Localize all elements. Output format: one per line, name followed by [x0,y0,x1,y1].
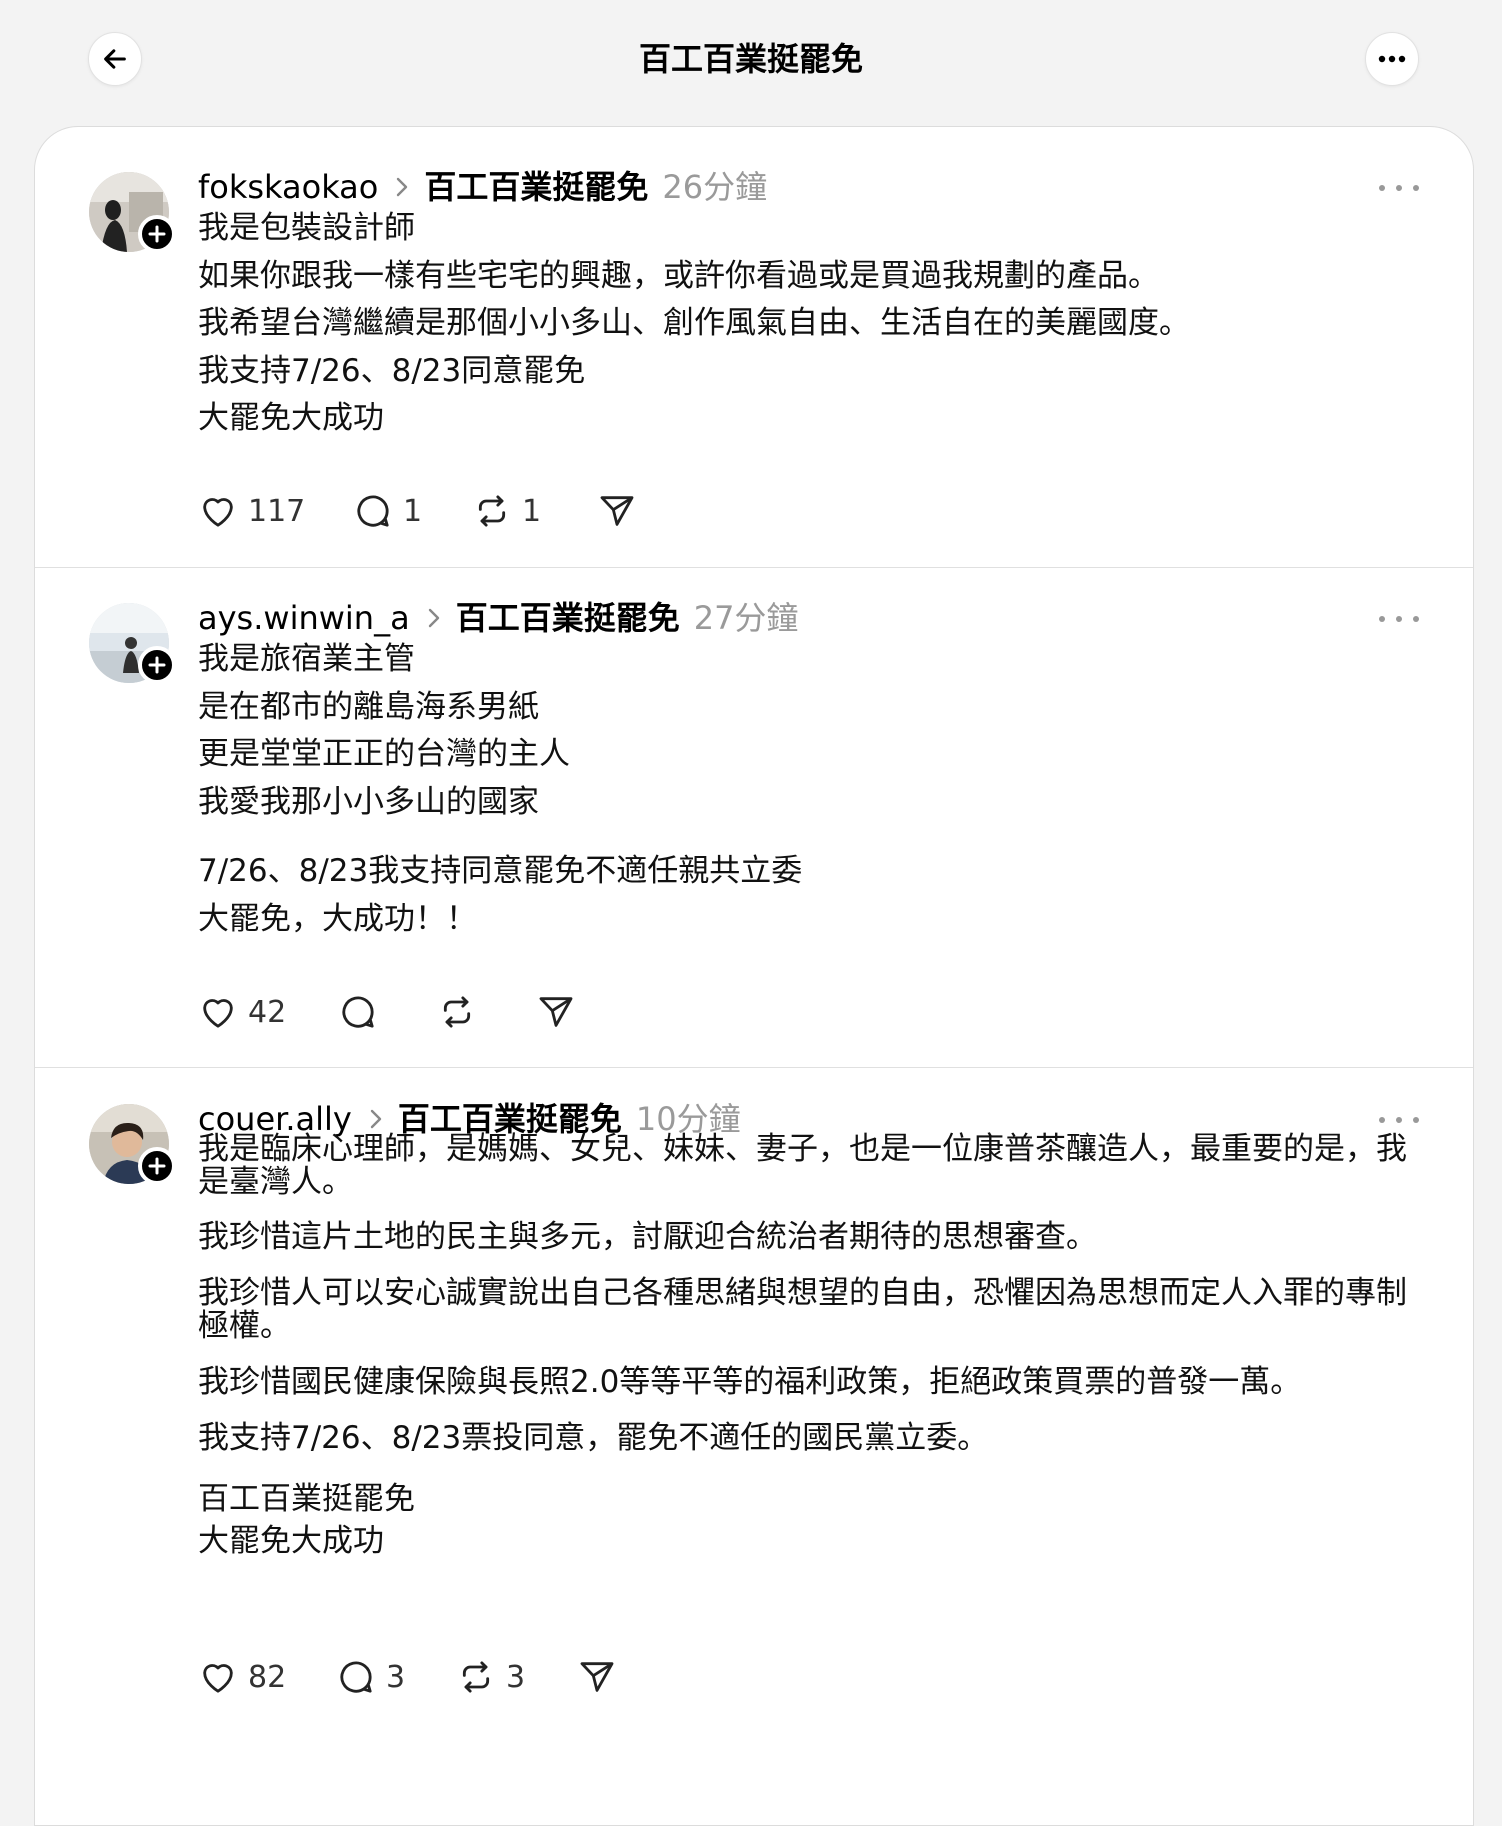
post-actions: 117 1 1 [198,489,637,533]
post-text-line: 我是包裝設計師 [198,210,415,246]
plus-icon [148,1157,166,1175]
post-header: fokskaokao 百工百業挺罷免 26分鐘 [198,165,767,209]
community-name[interactable]: 百工百業挺罷免 [456,596,680,640]
post-text-line: 我希望台灣繼續是那個小小多山、創作風氣自由、生活自在的美麗國度。 [198,305,1190,341]
repost-icon [478,495,506,527]
post-time: 27分鐘 [693,599,799,637]
post: couer.ally 百工百業挺罷免 10分鐘 我是臨床心理師，是媽媽、女兒、妹… [35,1067,1473,1825]
post: fokskaokao 百工百業挺罷免 26分鐘 我是包裝設計師 如果你跟我一樣有… [35,127,1473,567]
send-icon [600,496,634,526]
post-text-line: 7/26、8/23我支持同意罷免不適任親共立委 [198,853,803,889]
post-more-button[interactable] [1379,178,1419,198]
post-text-line: 大罷免大成功 [198,1523,384,1559]
post: ays.winwin_a 百工百業挺罷免 27分鐘 我是旅宿業主管 是在都市的離… [35,567,1473,1067]
like-button[interactable]: 42 [198,992,338,1032]
post-more-button[interactable] [1379,609,1419,629]
post-text-line: 是在都市的離島海系男紙 [198,688,539,725]
like-count: 82 [248,1659,287,1695]
post-text-line: 大罷免大成功 [198,400,384,436]
post-paragraph: 我珍惜國民健康保險與長照2.0等等平等的福利政策，拒絕政策買票的普發一萬。 [198,1364,1302,1400]
post-text-line: 大罷免，大成功！！ [198,900,477,937]
heart-icon [203,1664,233,1693]
like-button[interactable]: 117 [198,491,353,531]
follow-button[interactable] [138,1147,176,1185]
share-button[interactable] [577,1657,617,1697]
reply-count: 1 [403,493,423,529]
post-paragraph: 我珍惜人可以安心誠實說出自己各種思緒與想望的自由，恐懼因為思想而定人入罪的專制極… [198,1275,1407,1344]
repost-icon [462,1661,490,1693]
chevron-right-icon [428,608,440,628]
post-text-line: 我支持7/26、8/23同意罷免 [198,352,586,389]
post-time: 26分鐘 [662,168,768,206]
follow-button[interactable] [138,215,176,253]
repost-count: 1 [522,493,542,529]
heart-icon [203,498,233,527]
repost-count: 3 [506,1659,526,1695]
like-count: 117 [248,493,306,529]
post-body: 我是包裝設計師 如果你跟我一樣有些宅宅的興趣，或許你看過或是買過我規劃的產品。 … [198,205,1428,443]
reply-count: 3 [386,1659,406,1695]
reply-button[interactable]: 1 [353,491,472,531]
follow-button[interactable] [138,646,176,684]
reply-button[interactable]: 3 [336,1657,456,1697]
community-name[interactable]: 百工百業挺罷免 [424,165,648,209]
post-text-line: 我愛我那小小多山的國家 [198,783,539,820]
page-title: 百工百業挺罷免 [638,40,863,78]
chevron-right-icon [396,177,408,197]
username[interactable]: fokskaokao [198,165,378,209]
comment-icon [357,495,389,527]
send-icon [580,1662,614,1692]
post-paragraph: 我珍惜這片土地的民主與多元，討厭迎合統治者期待的思想審查。 [198,1219,1097,1255]
post-more-button[interactable] [1379,1110,1419,1130]
post-actions: 42 [198,990,576,1034]
plus-icon [148,225,166,243]
comment-icon [340,1661,372,1693]
reply-button[interactable] [338,992,437,1032]
repost-button[interactable]: 1 [472,491,597,531]
more-options-button[interactable] [1365,32,1419,86]
post-text-line: 如果你跟我一樣有些宅宅的興趣，或許你看過或是買過我規劃的產品。 [198,257,1159,294]
plus-icon [148,656,166,674]
post-text-line: 我是旅宿業主管 [198,641,415,677]
send-icon [539,997,573,1027]
top-bar: 百工百業挺罷免 [0,0,1502,118]
share-button[interactable] [597,491,637,531]
like-button[interactable]: 82 [198,1657,336,1697]
repost-button[interactable]: 3 [456,1657,577,1697]
post-header: ays.winwin_a 百工百業挺罷免 27分鐘 [198,596,798,640]
like-count: 42 [248,994,287,1030]
heart-icon [203,999,233,1028]
share-button[interactable] [536,992,576,1032]
feed: fokskaokao 百工百業挺罷免 26分鐘 我是包裝設計師 如果你跟我一樣有… [34,126,1474,1826]
repost-button[interactable] [437,992,536,1032]
post-body: 我是臨床心理師，是媽媽、女兒、妹妹、妻子，也是一位康普茶釀造人，最重要的是，我是… [198,1133,1428,1562]
post-text-line: 更是堂堂正正的台灣的主人 [198,736,570,772]
repost-icon [443,996,471,1028]
post-text-line: 百工百業挺罷免 [198,1481,415,1517]
comment-icon [342,996,374,1028]
post-body: 我是旅宿業主管 是在都市的離島海系男紙 更是堂堂正正的台灣的主人 我愛我那小小多… [198,636,1428,943]
post-actions: 82 3 3 [198,1655,617,1699]
username[interactable]: ays.winwin_a [198,596,410,640]
chevron-right-icon [370,1109,382,1129]
post-paragraph: 我支持7/26、8/23票投同意，罷免不適任的國民黨立委。 [198,1420,989,1456]
more-horizontal-icon [1378,55,1406,63]
post-paragraph: 我是臨床心理師，是媽媽、女兒、妹妹、妻子，也是一位康普茶釀造人，最重要的是，我是… [198,1131,1407,1200]
